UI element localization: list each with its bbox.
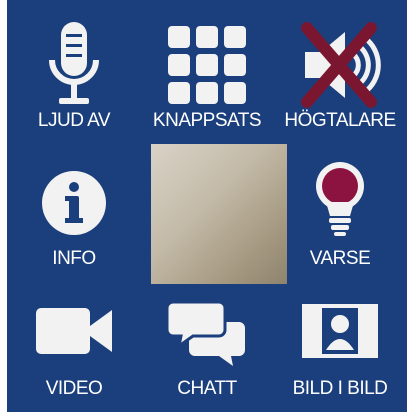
info-label: INFO	[52, 248, 96, 269]
alert-button[interactable]: VARSE	[273, 160, 407, 270]
microphone-icon	[49, 22, 99, 104]
lightbulb-icon	[316, 162, 364, 236]
video-label: VIDEO	[45, 378, 103, 399]
video-camera-icon	[36, 308, 112, 354]
pip-label: BILD I BILD	[292, 378, 388, 399]
alert-label: VARSE	[309, 248, 371, 269]
camera-preview	[151, 144, 287, 284]
info-icon	[42, 171, 106, 235]
mute-button[interactable]: LJUD AV	[7, 20, 141, 132]
keypad-grid-icon	[168, 26, 246, 104]
info-button[interactable]: INFO	[7, 168, 141, 270]
speaker-off-icon	[301, 22, 381, 108]
call-controls-panel: LJUD AV KNAPPSATS HÖGTALARE INFO VARSE V…	[7, 0, 407, 412]
picture-in-picture-icon	[302, 304, 378, 358]
keypad-label: KNAPPSATS	[152, 110, 262, 131]
speaker-button[interactable]: HÖGTALARE	[273, 20, 407, 132]
chat-button[interactable]: CHATT	[140, 300, 274, 400]
video-button[interactable]: VIDEO	[7, 300, 141, 400]
chat-label: CHATT	[177, 378, 237, 399]
keypad-button[interactable]: KNAPPSATS	[140, 20, 274, 132]
chat-bubbles-icon	[165, 300, 245, 366]
speaker-label: HÖGTALARE	[284, 110, 396, 131]
mute-label: LJUD AV	[37, 110, 111, 131]
pip-button[interactable]: BILD I BILD	[273, 300, 407, 400]
